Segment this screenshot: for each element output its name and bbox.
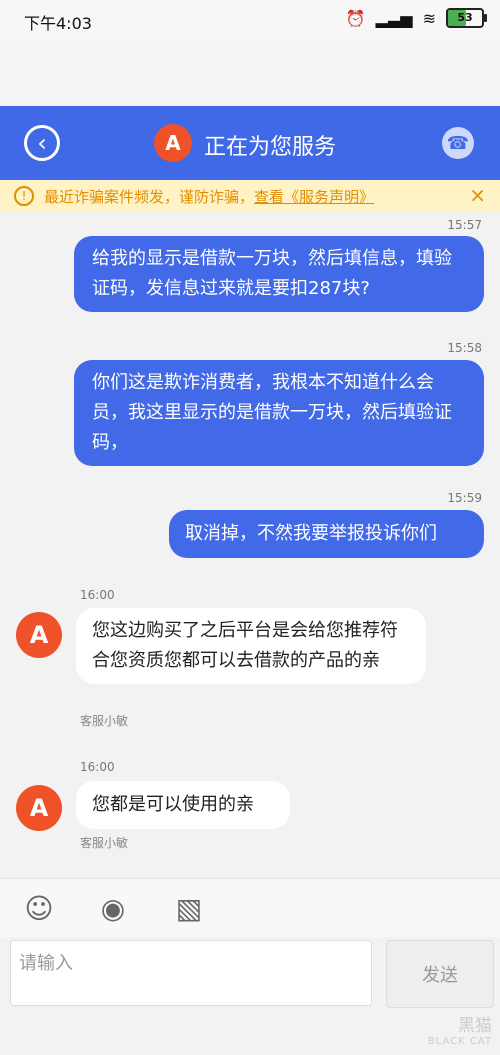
status-bar: 下午4:03 ⏰ ▂▃▅ ≋ 53 — [0, 0, 500, 40]
status-icons: ⏰ ▂▃▅ ≋ 53 — [345, 8, 487, 28]
outgoing-message: 给我的显示是借款一万块，然后填信息，填验证码，发信息过来就是要扣287块? — [74, 236, 484, 312]
message-time: 15:57 — [447, 218, 482, 232]
agent-avatar: A — [16, 612, 62, 658]
message-time: 16:00 — [80, 588, 115, 602]
page-title: 正在为您服务 — [204, 135, 337, 160]
emoji-icon[interactable]: ☺ — [22, 891, 56, 925]
agent-avatar: A — [16, 785, 62, 831]
signal-icon: ▂▃▅ — [375, 8, 413, 28]
message-time: 15:59 — [447, 491, 482, 505]
notice-message: 最近诈骗案件频发，谨防诈骗，查看《服务声明》 — [44, 186, 374, 207]
notice-text: 最近诈骗案件频发，谨防诈骗， — [44, 188, 255, 206]
input-toolbar: ☺ ◉ ▧ — [0, 878, 500, 937]
chat-header: ‹ A 正在为您服务 ☎ — [0, 106, 500, 180]
message-time: 15:58 — [447, 341, 482, 355]
outgoing-message: 取消掉，不然我要举报投诉你们 — [169, 510, 484, 558]
sender-name: 客服小敏 — [80, 836, 129, 850]
watermark-main: 黑猫 — [458, 1016, 492, 1036]
battery-icon: 53 — [446, 8, 487, 28]
alarm-icon: ⏰ — [345, 8, 366, 28]
camera-icon[interactable]: ◉ — [96, 891, 130, 925]
status-time: 下午4:03 — [24, 14, 92, 33]
incoming-message: 您这边购买了之后平台是会给您推荐符合您资质您都可以去借款的产品的亲 — [76, 608, 426, 684]
watermark-sub: BLACK CAT — [427, 1036, 492, 1047]
incoming-message: 您都是可以使用的亲 — [76, 781, 290, 829]
close-icon[interactable]: × — [469, 183, 486, 207]
wifi-icon: ≋ — [422, 8, 436, 28]
service-statement-link[interactable]: 查看《服务声明》 — [254, 188, 374, 206]
warning-icon: ! — [14, 186, 34, 206]
outgoing-message: 你们这是欺诈消费者，我根本不知道什么会员，我这里显示的是借款一万块，然后填验证码… — [74, 360, 484, 466]
watermark: 黑猫 BLACK CAT — [428, 1011, 492, 1047]
phone-button[interactable]: ☎ — [442, 127, 474, 159]
message-time: 16:00 — [80, 760, 115, 774]
notice-banner: ! 最近诈骗案件频发，谨防诈骗，查看《服务声明》 × — [0, 180, 500, 212]
logo-icon: A — [154, 124, 192, 162]
sender-name: 客服小敏 — [80, 714, 129, 728]
image-icon[interactable]: ▧ — [172, 891, 206, 925]
send-button[interactable]: 发送 — [386, 940, 494, 1008]
back-button[interactable]: ‹ — [24, 125, 60, 161]
message-input[interactable]: 请输入 — [10, 940, 372, 1006]
blank-area — [0, 40, 500, 106]
